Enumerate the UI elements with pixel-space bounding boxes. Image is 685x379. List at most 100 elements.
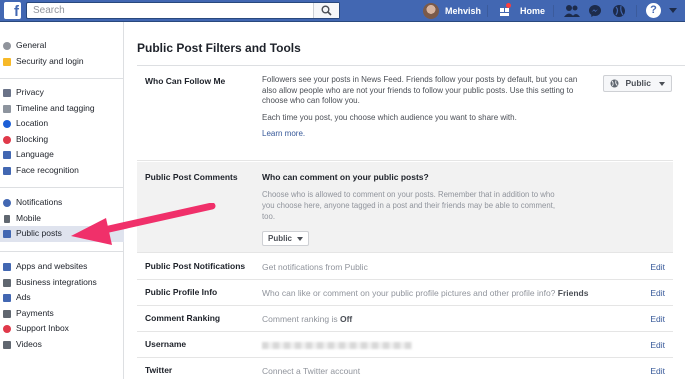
apps-icon: [3, 263, 11, 271]
facebook-logo-icon[interactable]: f: [4, 2, 21, 20]
search-input[interactable]: [27, 3, 317, 18]
sidebar-item-label: Ads: [16, 292, 31, 302]
sidebar-item-label: Security and login: [16, 55, 84, 66]
sidebar-item-videos[interactable]: Videos: [0, 337, 124, 353]
edit-link[interactable]: Edit: [650, 366, 665, 376]
setting-row-comment-ranking[interactable]: Comment Ranking Comment ranking is Off E…: [137, 306, 673, 332]
sidebar-group-notifications: Notifications Mobile Public posts: [0, 195, 124, 242]
sidebar-divider: [0, 187, 124, 188]
setting-label: Public Post Notifications: [145, 261, 246, 271]
lock-icon: [3, 89, 11, 97]
sidebar-item-label: Public posts: [16, 228, 62, 238]
follow-audience-dropdown[interactable]: Public: [603, 75, 672, 92]
timeline-icon: [3, 104, 11, 113]
sidebar-group-apps: Apps and websites Business integrations …: [0, 259, 124, 352]
search-icon: [321, 5, 332, 16]
edit-link[interactable]: Edit: [650, 288, 665, 298]
main-content: Public Post Filters and Tools Who Can Fo…: [124, 22, 685, 379]
setting-label: Comment Ranking: [145, 313, 221, 323]
sidebar-item-general[interactable]: General: [0, 38, 124, 54]
setting-value: Off: [339, 314, 353, 324]
notification-dot: [506, 3, 511, 8]
sidebar-item-label: Support Inbox: [16, 323, 69, 333]
sidebar-item-label: Location: [16, 118, 49, 128]
sidebar-item-language[interactable]: Language: [0, 147, 124, 163]
sidebar-item-blocking[interactable]: Blocking: [0, 132, 124, 148]
page-title: Public Post Filters and Tools: [137, 41, 301, 55]
account-menu-chevron-icon[interactable]: [668, 7, 678, 15]
description-text: Who can like or comment on your public p…: [262, 288, 556, 298]
support-icon: [3, 325, 11, 333]
setting-row-profile-info[interactable]: Public Profile Info Who can like or comm…: [137, 280, 673, 306]
edit-link[interactable]: Edit: [650, 340, 665, 350]
sidebar-item-support-inbox[interactable]: Support Inbox: [0, 321, 124, 337]
sidebar-item-security[interactable]: Security and login: [0, 54, 124, 70]
setting-description: Who can like or comment on your public p…: [262, 288, 588, 298]
mobile-icon: [4, 214, 10, 223]
sidebar-item-label: Notifications: [16, 197, 63, 207]
caret-down-icon: [297, 237, 304, 241]
sidebar-item-label: Apps and websites: [16, 261, 88, 271]
dropdown-value: Public: [268, 234, 293, 243]
edit-link[interactable]: Edit: [650, 314, 665, 324]
globe-notifications-icon[interactable]: [612, 4, 626, 18]
setting-description: Connect a Twitter account: [262, 366, 361, 376]
search-box[interactable]: [26, 2, 340, 19]
setting-row-follow: Who Can Follow Me Followers see your pos…: [137, 66, 673, 161]
sidebar-item-apps[interactable]: Apps and websites: [0, 259, 124, 275]
sidebar-item-payments[interactable]: Payments: [0, 306, 124, 322]
search-button[interactable]: [313, 3, 339, 18]
videos-icon: [3, 340, 11, 349]
setting-row-notifications[interactable]: Public Post Notifications Get notificati…: [137, 254, 673, 280]
sidebar-item-label: Business integrations: [16, 276, 97, 287]
setting-description: Comment ranking is Off: [262, 314, 352, 324]
profile-name-link[interactable]: Mehvish: [445, 6, 481, 16]
messenger-icon[interactable]: [588, 4, 602, 18]
setting-label: Twitter: [145, 365, 173, 375]
comments-question: Who can comment on your public posts?: [262, 172, 429, 182]
edit-link[interactable]: Edit: [650, 262, 665, 272]
help-icon[interactable]: ?: [646, 3, 661, 18]
sidebar-item-label: Privacy: [16, 87, 44, 97]
globe-icon: [610, 79, 619, 88]
dropdown-value: Public: [625, 78, 651, 88]
sidebar-item-label: Mobile: [16, 212, 42, 223]
setting-row-username[interactable]: Username Edit: [137, 332, 673, 358]
sidebar-item-privacy[interactable]: Privacy: [0, 85, 124, 101]
setting-label: Public Profile Info: [145, 287, 218, 297]
setting-value: Friends: [557, 288, 589, 298]
setting-description: Get notifications from Public: [262, 262, 368, 272]
home-link[interactable]: Home: [520, 6, 545, 16]
sidebar-group-account: General Security and login: [0, 38, 124, 69]
sidebar-item-notifications[interactable]: Notifications: [0, 195, 124, 211]
nav-divider: [487, 5, 488, 17]
setting-row-comments: Public Post Comments Who can comment on …: [137, 162, 673, 253]
sidebar-item-label: General: [16, 40, 47, 50]
setting-row-twitter[interactable]: Twitter Connect a Twitter account Edit: [137, 358, 673, 379]
sidebar-item-location[interactable]: Location: [0, 116, 124, 132]
face-icon: [3, 166, 11, 175]
follow-paragraph: Followers see your posts in News Feed. F…: [262, 75, 578, 105]
sidebar-item-timeline[interactable]: Timeline and tagging: [0, 101, 124, 117]
sidebar-item-business[interactable]: Business integrations: [0, 275, 124, 291]
ads-icon: [3, 294, 11, 302]
learn-more-link[interactable]: Learn more.: [262, 129, 305, 138]
sidebar-item-face-recognition[interactable]: Face recognition: [0, 163, 124, 179]
friend-requests-icon[interactable]: [564, 4, 580, 18]
language-icon: [3, 151, 11, 159]
description-text: Comment ranking is: [262, 314, 338, 324]
redacted-username: [262, 342, 412, 349]
sidebar-item-label: Videos: [16, 338, 42, 349]
setting-label: Who Can Follow Me: [145, 76, 226, 86]
comments-description: Choose who is allowed to comment on your…: [262, 190, 556, 221]
avatar[interactable]: [423, 3, 439, 19]
settings-sidebar: General Security and login Privacy Timel…: [0, 22, 124, 379]
sidebar-item-label: Payments: [16, 307, 54, 318]
sidebar-item-mobile[interactable]: Mobile: [0, 211, 124, 227]
nav-divider: [553, 5, 554, 17]
comments-audience-dropdown[interactable]: Public: [262, 231, 310, 246]
sidebar-item-public-posts[interactable]: Public posts: [0, 226, 124, 242]
sidebar-item-ads[interactable]: Ads: [0, 290, 124, 306]
follow-paragraph: Each time you post, you choose which aud…: [262, 112, 517, 122]
payments-icon: [3, 309, 11, 318]
